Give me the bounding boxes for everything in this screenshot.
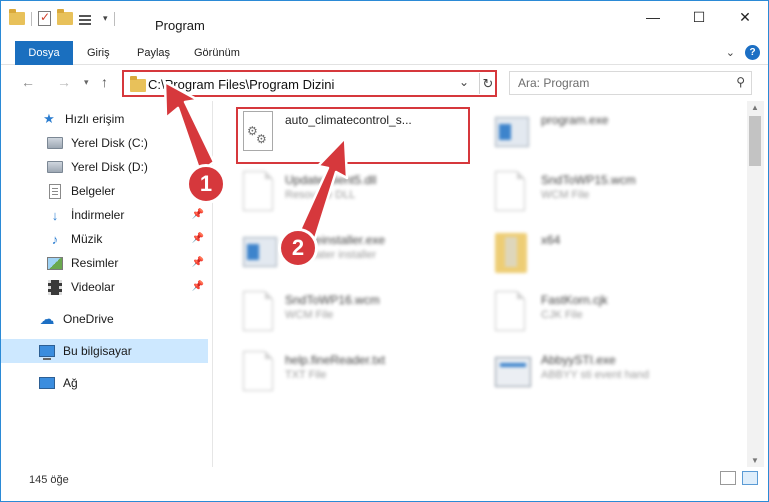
drive-icon xyxy=(47,135,63,151)
search-input[interactable]: Ara: Program ⚲ xyxy=(509,71,752,95)
drive-icon xyxy=(47,159,63,175)
cloud-icon: ☁ xyxy=(39,311,55,328)
close-button[interactable]: ✕ xyxy=(722,1,768,33)
sidebar-item-onedrive[interactable]: ☁ OneDrive xyxy=(1,307,208,331)
ribbon-tabs: Dosya Giriş Paylaş Görünüm ⌄ ? xyxy=(1,41,768,97)
file-item-updateinstaller[interactable]: updateinstaller.exe Pl updater installer xyxy=(223,227,453,283)
step-2-badge: 2 xyxy=(278,228,318,268)
address-bar[interactable]: C:\Program Files\Program Dizini ⌄ ↻ xyxy=(122,70,497,97)
document-icon xyxy=(243,351,279,395)
file-item-abbyysti[interactable]: AbbyySTI.exe ABBYY sti event hand xyxy=(475,347,705,403)
file-highlight-box xyxy=(236,107,470,164)
sidebar-item-music[interactable]: ♪ Müzik 📌 xyxy=(1,227,208,251)
customize-icon[interactable] xyxy=(79,12,97,26)
exe-icon xyxy=(243,231,279,275)
details-view-button[interactable] xyxy=(720,471,736,485)
folder-icon xyxy=(130,76,146,92)
folder-icon xyxy=(495,231,531,275)
item-count: 145 öğe xyxy=(29,474,69,486)
title-bar: ▾ Program — ☐ ✕ xyxy=(1,1,768,41)
scroll-up-icon[interactable]: ▲ xyxy=(751,103,759,112)
videos-icon xyxy=(47,279,63,295)
file-item-dll[interactable]: UpdateClient5.dll Resource DLL xyxy=(223,167,453,223)
file-item-wcm15[interactable]: SndToWP15.wcm WCM File xyxy=(475,167,705,223)
expand-ribbon-icon[interactable]: ⌄ xyxy=(726,46,735,59)
pin-icon[interactable]: 📌 xyxy=(192,281,204,292)
navigation-pane: ★ Hızlı erişim Yerel Disk (C:) 📌 Yerel D… xyxy=(1,101,213,467)
sidebar-item-local-disk-c[interactable]: Yerel Disk (C:) 📌 xyxy=(1,131,208,155)
download-icon: ↓ xyxy=(51,207,59,223)
pin-icon[interactable]: 📌 xyxy=(192,233,204,244)
large-icons-view-button[interactable] xyxy=(742,471,758,485)
document-icon xyxy=(243,291,279,335)
tab-home[interactable]: Giriş xyxy=(87,41,110,65)
address-row: ← → ▾ ↑ C:\Program Files\Program Dizini … xyxy=(1,65,768,101)
separator xyxy=(113,11,115,26)
file-item-program-exe[interactable]: program.exe xyxy=(475,107,705,163)
sidebar-item-local-disk-d[interactable]: Yerel Disk (D:) xyxy=(1,155,208,179)
address-path[interactable]: C:\Program Files\Program Dizini xyxy=(148,77,334,92)
forward-button[interactable]: → xyxy=(57,74,71,90)
sidebar-item-downloads[interactable]: ↓ İndirmeler 📌 xyxy=(1,203,208,227)
sidebar-item-this-pc[interactable]: Bu bilgisayar xyxy=(1,339,208,363)
quick-access-toolbar: ▾ xyxy=(9,9,115,26)
document-icon xyxy=(495,171,531,215)
pin-icon[interactable]: 📌 xyxy=(192,209,204,220)
window-title: Program xyxy=(155,18,205,33)
pin-icon[interactable]: 📌 xyxy=(192,257,204,268)
minimize-button[interactable]: — xyxy=(630,1,676,33)
sidebar-item-network[interactable]: Ağ xyxy=(1,371,208,395)
pictures-icon xyxy=(47,255,63,271)
recent-dropdown-icon[interactable]: ▾ xyxy=(84,77,89,88)
search-placeholder: Ara: Program xyxy=(518,76,590,90)
up-button[interactable]: ↑ xyxy=(101,74,108,90)
vertical-scrollbar[interactable]: ▲ ▼ xyxy=(747,101,764,467)
documents-icon xyxy=(47,183,63,199)
sidebar-item-pictures[interactable]: Resimler 📌 xyxy=(1,251,208,275)
chevron-down-icon[interactable]: ⌄ xyxy=(459,75,469,89)
network-icon xyxy=(39,375,55,391)
new-folder-icon[interactable] xyxy=(57,9,73,25)
file-item-help-txt[interactable]: help.fineReader.txt TXT File xyxy=(223,347,453,403)
dropdown-icon[interactable]: ▾ xyxy=(103,13,108,24)
sidebar-item-videos[interactable]: Videolar 📌 xyxy=(1,275,208,299)
scroll-down-icon[interactable]: ▼ xyxy=(751,456,759,465)
window-controls: — ☐ ✕ xyxy=(630,1,768,33)
sidebar-item-quick-access[interactable]: ★ Hızlı erişim xyxy=(1,107,208,131)
star-icon: ★ xyxy=(43,111,55,126)
app-icon xyxy=(495,351,531,395)
document-icon xyxy=(495,291,531,335)
separator xyxy=(31,11,32,26)
tab-share[interactable]: Paylaş xyxy=(137,41,170,65)
tab-view[interactable]: Görünüm xyxy=(194,41,240,65)
pin-icon[interactable]: 📌 xyxy=(192,137,204,148)
refresh-icon[interactable]: ↻ xyxy=(479,73,496,94)
dll-icon xyxy=(243,171,279,215)
status-bar: 145 öğe xyxy=(1,467,768,501)
help-icon[interactable]: ? xyxy=(745,45,760,60)
computer-icon xyxy=(39,343,55,360)
back-button[interactable]: ← xyxy=(21,74,35,90)
file-item-wcm16[interactable]: SndToWP16.wcm WCM File xyxy=(223,287,453,343)
exe-icon xyxy=(495,111,531,155)
maximize-button[interactable]: ☐ xyxy=(676,1,722,33)
file-item-fastkorn[interactable]: FastKorn.cjk CJK File xyxy=(475,287,705,343)
explorer-window: ▾ Program — ☐ ✕ Dosya Giriş Paylaş Görün… xyxy=(0,0,769,502)
scroll-thumb[interactable] xyxy=(749,116,761,166)
search-icon[interactable]: ⚲ xyxy=(736,75,745,89)
step-1-badge: 1 xyxy=(186,164,226,204)
properties-icon[interactable] xyxy=(38,10,51,26)
music-icon: ♪ xyxy=(51,231,59,247)
folder-item-x64[interactable]: x64 xyxy=(475,227,705,283)
folder-icon xyxy=(9,9,25,25)
sidebar-item-documents[interactable]: Belgeler xyxy=(1,179,208,203)
